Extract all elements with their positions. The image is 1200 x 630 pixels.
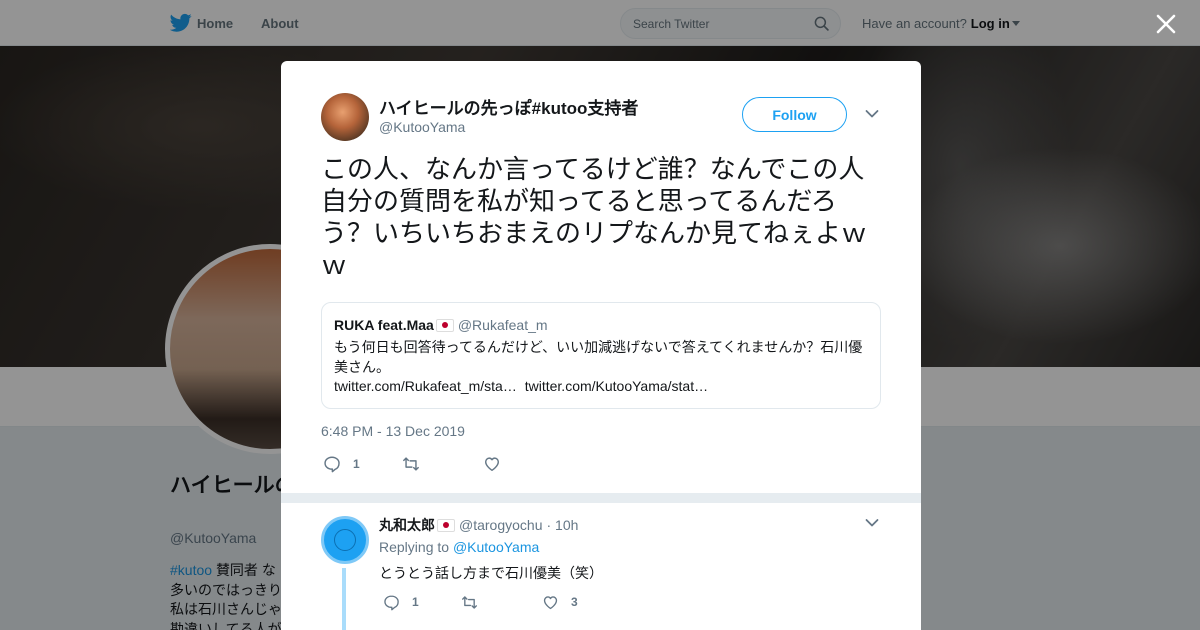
tweet-author-name[interactable]: ハイヒールの先っぽ#kutoo支持者 [379,94,638,119]
retweet-icon [462,595,477,609]
quoted-author-handle: @Rukafeat_m [457,317,548,333]
tweet-timestamp[interactable]: 6:48 PM - 13 Dec 2019 [321,423,465,439]
reply-author-name[interactable]: 丸和太郎 [379,515,435,535]
quoted-tweet-header: RUKA feat.Maa @Rukafeat_m [334,317,548,333]
retweet-action[interactable] [402,454,432,474]
quoted-author-name: RUKA feat.Maa [334,317,434,333]
reply-text: とうとう話し方まで石川優美（笑） [379,565,603,581]
replying-to-link[interactable]: @KutooYama [453,539,539,555]
replying-to: Replying to @KutooYama [379,539,539,555]
quoted-tweet-links: twitter.com/Rukafeat_m/sta… twitter.com/… [334,378,712,394]
replying-to-prefix: Replying to [379,539,450,555]
close-icon[interactable] [1152,10,1180,38]
reply-icon [384,594,399,610]
reply-retweet-action[interactable] [461,592,490,612]
japan-flag-icon [437,518,455,532]
reply-author-handle[interactable]: @tarogyochu [459,517,542,533]
replies-divider [281,493,921,503]
reply-age[interactable]: · 10h [546,517,578,533]
heart-icon [484,457,500,472]
heart-icon [543,595,558,609]
tweet-modal: ハイヒールの先っぽ#kutoo支持者 @KutooYama Follow この人… [281,61,921,630]
follow-button[interactable]: Follow [742,97,847,132]
topbar-dim-overlay [0,0,1200,46]
like-action[interactable] [483,454,513,474]
reply-like-count: 3 [571,595,578,609]
reply-icon [324,456,340,473]
reply-reply-count: 1 [412,595,419,609]
reply-author-avatar[interactable] [321,516,369,564]
reply-action[interactable]: 1 [323,454,360,474]
reply-count: 1 [353,457,360,471]
reply-reply-action[interactable]: 1 [383,592,419,612]
quoted-tweet-text: もう何日も回答待ってるんだけど、いい加減逃げないで答えてくれませんか？石川優美さ… [334,339,863,375]
thread-line [342,568,346,630]
tweet-author-handle[interactable]: @KutooYama [379,119,465,135]
avatar-ring [334,529,356,551]
reply-like-action[interactable]: 3 [542,592,578,612]
tweet-text: この人、なんか言ってるけど誰？なんでこの人自分の質問を私が知ってると思ってるんだ… [321,154,868,280]
quoted-link-2[interactable]: twitter.com/KutooYama/stat… [525,378,708,394]
quoted-tweet[interactable]: RUKA feat.Maa @Rukafeat_m もう何日も回答待ってるんだけ… [321,302,881,409]
reply-header: 丸和太郎 @tarogyochu · 10h [379,515,578,535]
chevron-down-icon[interactable] [865,518,879,528]
tweet-author-avatar[interactable] [321,93,369,141]
quoted-link-1[interactable]: twitter.com/Rukafeat_m/sta… [334,378,517,394]
retweet-icon [403,457,419,471]
japan-flag-icon [435,318,454,332]
chevron-down-icon[interactable] [865,109,879,119]
